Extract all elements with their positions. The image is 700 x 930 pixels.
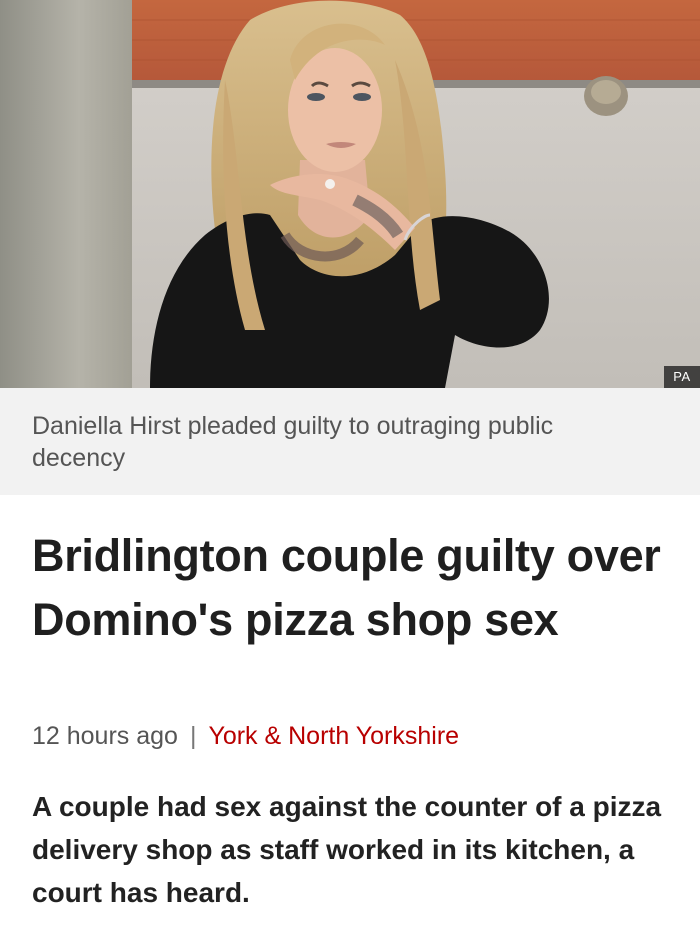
article-headline: Bridlington couple guilty over Domino's … — [32, 530, 661, 645]
photo-caption-text: Daniella Hirst pleaded guilty to outragi… — [32, 412, 554, 472]
article-summary: A couple had sex against the counter of … — [32, 791, 662, 908]
topic-link[interactable]: York & North Yorkshire — [208, 722, 459, 750]
photo-caption: Daniella Hirst pleaded guilty to outragi… — [0, 388, 700, 495]
photo-credit: PA — [664, 366, 700, 388]
article-timestamp: 12 hours ago — [32, 722, 178, 750]
article-photo-image — [0, 0, 700, 388]
article-photo[interactable]: PA — [0, 0, 700, 388]
meta-separator: | — [189, 722, 197, 750]
article-meta: 12 hours ago | York & North Yorkshire — [32, 720, 459, 752]
